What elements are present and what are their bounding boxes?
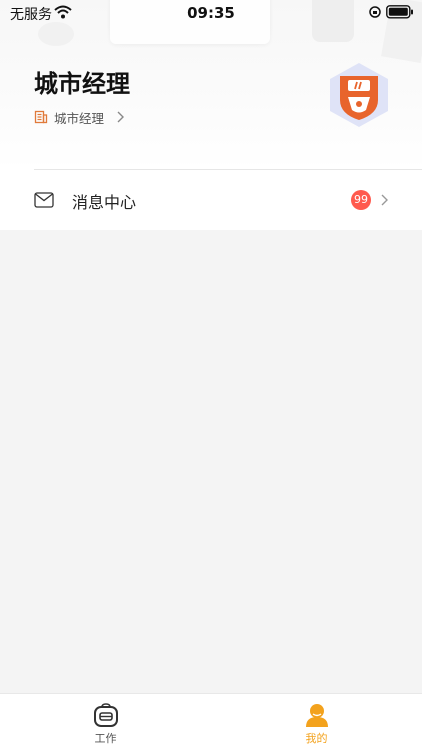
page-title: 城市经理 — [34, 70, 130, 98]
document-icon — [34, 110, 48, 124]
status-time: 09:35 — [187, 4, 235, 22]
mail-icon — [34, 192, 54, 208]
message-center-row[interactable]: 消息中心 99 — [0, 170, 422, 230]
chevron-right-icon — [381, 194, 388, 206]
avatar[interactable] — [328, 62, 390, 128]
unread-badge: 99 — [351, 190, 371, 210]
person-icon — [306, 704, 328, 727]
briefcase-icon — [94, 703, 118, 727]
orientation-lock-icon — [369, 6, 381, 18]
bottom-tab-bar: 工作 我的 — [0, 693, 422, 750]
chevron-right-icon — [117, 111, 124, 123]
tab-work-label: 工作 — [94, 732, 117, 745]
status-bar: 无服务 09:35 — [0, 0, 422, 26]
battery-icon — [386, 5, 413, 19]
tab-work[interactable]: 工作 — [0, 694, 211, 750]
message-center-label: 消息中心 — [72, 193, 137, 212]
tab-mine[interactable]: 我的 — [211, 694, 422, 750]
role-label: 城市经理 — [54, 111, 105, 126]
tab-mine-label: 我的 — [305, 732, 328, 745]
